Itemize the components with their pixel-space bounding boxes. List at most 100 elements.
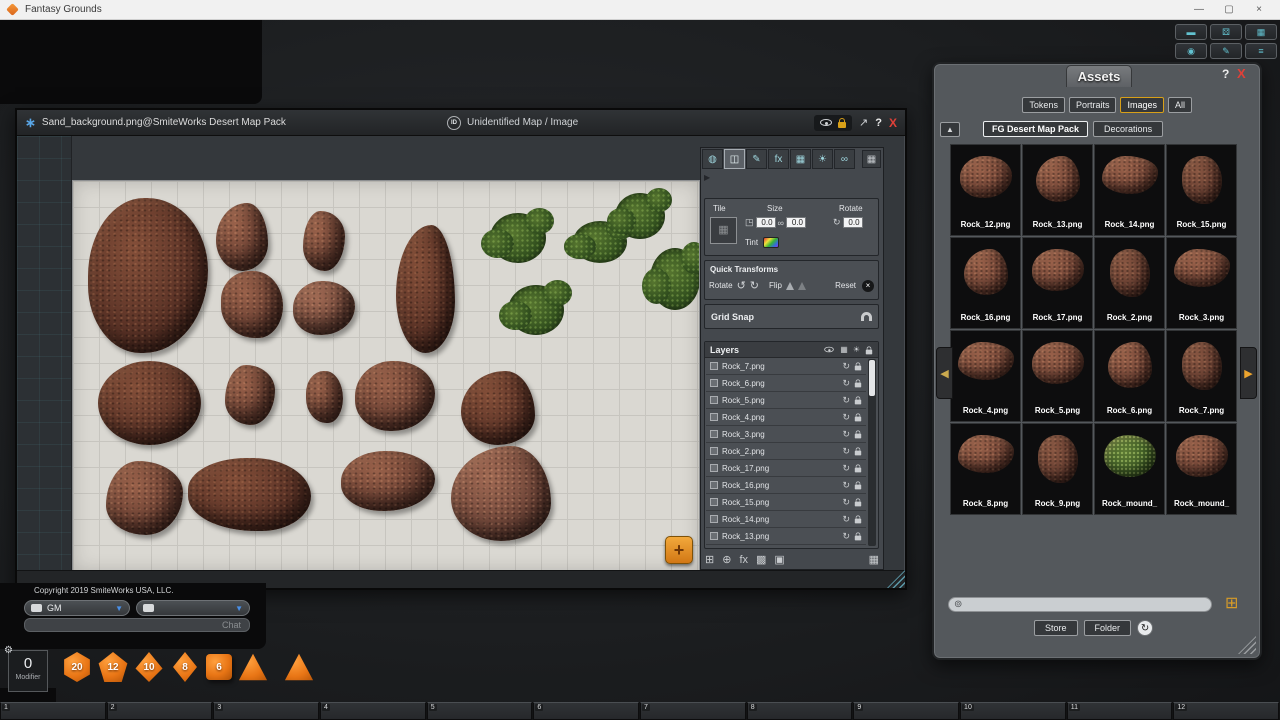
asset-item[interactable]: Rock_8.png xyxy=(950,423,1021,515)
assets-up-button[interactable]: ▲ xyxy=(940,122,960,137)
layers-visibility-icon[interactable] xyxy=(824,347,834,353)
asset-item[interactable]: Rock_14.png xyxy=(1094,144,1165,236)
assets-tab[interactable]: Tokens xyxy=(1022,97,1065,113)
hotbar-slot[interactable]: 6 xyxy=(533,702,639,720)
rotate-cw-button[interactable]: ↻ xyxy=(750,279,759,292)
window-close-button[interactable]: × xyxy=(1244,4,1274,15)
assets-page-right-button[interactable]: ▶ xyxy=(1240,347,1257,399)
reset-button[interactable]: × xyxy=(862,280,874,292)
map-shrub[interactable] xyxy=(490,213,546,263)
map-rock[interactable] xyxy=(355,361,435,431)
hotbar-slot[interactable]: 11 xyxy=(1067,702,1173,720)
asset-item[interactable]: Rock_7.png xyxy=(1166,330,1237,422)
die-button[interactable] xyxy=(238,652,268,682)
tool-mode-button[interactable]: fx xyxy=(768,149,789,169)
layer-grid-button[interactable]: ▦ xyxy=(869,553,879,566)
store-button[interactable]: Store xyxy=(1034,620,1078,636)
asset-item[interactable]: Rock_4.png xyxy=(950,330,1021,422)
player-visibility-icon[interactable] xyxy=(820,119,832,126)
panel-expand-icon[interactable]: ▶ xyxy=(704,173,710,182)
assets-tab[interactable]: All xyxy=(1168,97,1192,113)
layer-lock-icon[interactable] xyxy=(855,468,861,473)
layer-refresh-icon[interactable]: ↻ xyxy=(842,429,850,440)
layer-row[interactable]: Rock_13.png ↻ xyxy=(706,528,866,545)
layer-row[interactable]: Rock_3.png ↻ xyxy=(706,426,866,443)
tool-mode-button[interactable]: ◍ xyxy=(702,149,723,169)
layer-action-button[interactable]: fx xyxy=(739,554,748,566)
map-rock[interactable] xyxy=(216,203,268,271)
tool-mode-button[interactable]: ▦ xyxy=(790,149,811,169)
layer-lock-icon[interactable] xyxy=(855,383,861,388)
toolbar-button[interactable]: ▦ xyxy=(1245,24,1277,40)
window-minimize-button[interactable]: — xyxy=(1184,4,1214,15)
layer-row[interactable]: Rock_5.png ↻ xyxy=(706,392,866,409)
hotbar-slot[interactable]: 4 xyxy=(320,702,426,720)
map-rock[interactable] xyxy=(451,446,551,541)
hotbar-slot[interactable]: 2 xyxy=(107,702,213,720)
speaker-selector[interactable]: GM ▼ xyxy=(24,600,130,616)
layer-refresh-icon[interactable]: ↻ xyxy=(842,497,850,508)
close-icon[interactable]: X xyxy=(889,116,897,130)
layer-row[interactable]: Rock_6.png ↻ xyxy=(706,375,866,392)
layers-lock-icon[interactable] xyxy=(866,349,872,354)
layer-lock-icon[interactable] xyxy=(855,451,861,456)
layer-lock-icon[interactable] xyxy=(855,519,861,524)
asset-item[interactable]: Rock_15.png xyxy=(1166,144,1237,236)
assets-close-icon[interactable]: X xyxy=(1237,66,1246,81)
layers-scrollbar[interactable] xyxy=(868,359,876,546)
search-input[interactable] xyxy=(966,600,1206,610)
layer-row[interactable]: Rock_17.png ↻ xyxy=(706,460,866,477)
rotate-ccw-button[interactable]: ↺ xyxy=(737,279,746,292)
assets-title-tab[interactable]: Assets xyxy=(1066,65,1132,87)
flip-vertical-button[interactable] xyxy=(798,282,806,290)
layer-row[interactable]: Rock_16.png ↻ xyxy=(706,477,866,494)
chat-entry-field[interactable]: Chat xyxy=(24,618,250,632)
die-button[interactable]: 8 xyxy=(170,652,200,682)
die-button[interactable]: 6 xyxy=(206,654,232,680)
voice-dropdown-icon[interactable]: ▼ xyxy=(235,604,243,613)
layers-grid-icon[interactable]: ▦ xyxy=(840,345,848,354)
toolbar-button[interactable]: ≡ xyxy=(1245,43,1277,59)
map-rock[interactable] xyxy=(303,211,345,271)
map-window-resize-handle[interactable] xyxy=(887,570,905,588)
map-rock[interactable] xyxy=(221,271,283,338)
assets-module-button[interactable]: FG Desert Map Pack xyxy=(983,121,1088,137)
size-link-icon[interactable]: ∞ xyxy=(778,218,784,228)
gear-icon[interactable]: ⚙ xyxy=(4,645,13,656)
size-width-field[interactable]: 0.0 xyxy=(756,217,776,228)
flip-horizontal-button[interactable] xyxy=(786,282,794,290)
map-rock[interactable] xyxy=(188,458,311,531)
assets-help-icon[interactable]: ? xyxy=(1222,67,1229,81)
hotbar-slot[interactable]: 12 xyxy=(1173,702,1279,720)
map-rock[interactable] xyxy=(341,451,435,511)
refresh-button[interactable]: ↻ xyxy=(1137,620,1153,636)
asset-item[interactable]: Rock_16.png xyxy=(950,237,1021,329)
pan-compass-button[interactable]: + xyxy=(665,536,693,564)
assets-search-bar[interactable]: ⊚ xyxy=(948,597,1212,612)
map-shrub[interactable] xyxy=(508,285,564,335)
map-shrub[interactable] xyxy=(650,248,700,310)
help-icon[interactable]: ? xyxy=(875,117,882,129)
tool-mode-button[interactable]: ✎ xyxy=(746,149,767,169)
tint-color-swatch[interactable] xyxy=(763,237,779,248)
toolbar-button[interactable]: ▬ xyxy=(1175,24,1207,40)
assets-tab[interactable]: Images xyxy=(1120,97,1164,113)
layer-refresh-icon[interactable]: ↻ xyxy=(842,412,850,423)
hotbar-slot[interactable]: 3 xyxy=(213,702,319,720)
folder-button[interactable]: Folder xyxy=(1084,620,1132,636)
lock-icon[interactable] xyxy=(838,122,846,128)
die-button[interactable]: 10 xyxy=(134,652,164,682)
speaker-dropdown-icon[interactable]: ▼ xyxy=(115,604,123,613)
asset-item[interactable]: Rock_9.png xyxy=(1022,423,1093,515)
toolbar-button[interactable]: ⚄ xyxy=(1210,24,1242,40)
layer-row[interactable]: Rock_2.png ↻ xyxy=(706,443,866,460)
asset-item[interactable]: Rock_mound_ xyxy=(1094,423,1165,515)
layer-lock-icon[interactable] xyxy=(855,434,861,439)
asset-item[interactable]: Rock_mound_ xyxy=(1166,423,1237,515)
map-rock[interactable] xyxy=(88,198,208,353)
tool-mode-button[interactable]: ◫ xyxy=(724,149,745,169)
layer-action-button[interactable]: ⊞ xyxy=(705,553,714,566)
die-button[interactable] xyxy=(284,652,314,682)
layer-lock-icon[interactable] xyxy=(855,366,861,371)
map-canvas[interactable] xyxy=(72,180,700,572)
